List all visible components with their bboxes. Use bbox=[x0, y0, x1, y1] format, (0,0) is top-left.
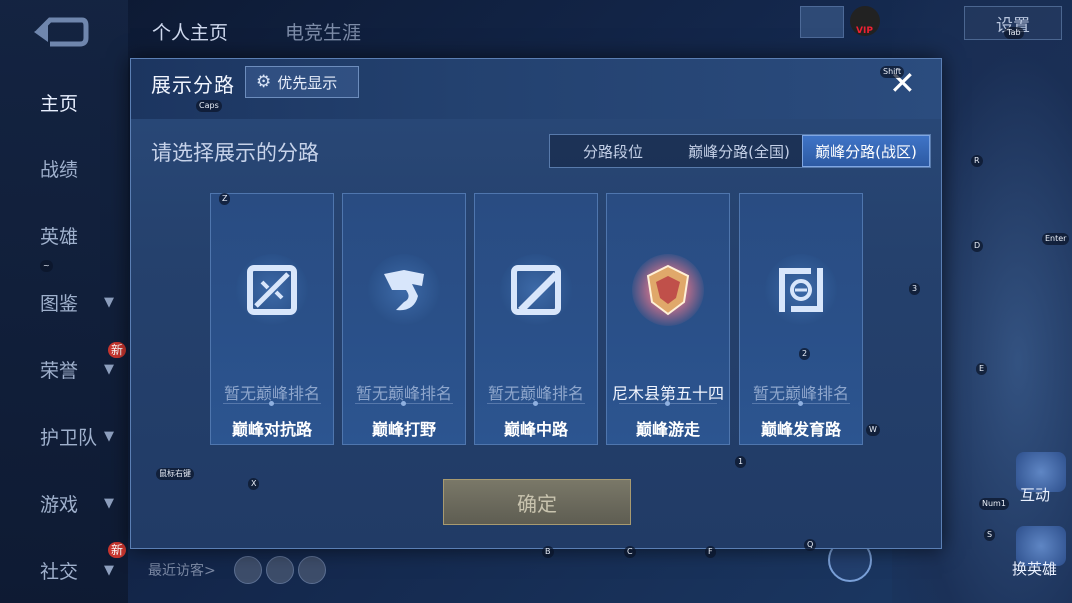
key-hint: Enter bbox=[1042, 233, 1070, 245]
tab-profile[interactable]: 个人主页 bbox=[152, 18, 228, 45]
key-hint: W bbox=[866, 424, 880, 436]
sidebar-item-label: 护卫队 bbox=[40, 426, 98, 449]
new-badge: 新 bbox=[108, 342, 127, 358]
sidebar-item-label: 游戏 bbox=[40, 493, 79, 516]
tab-label: 分路段位 bbox=[582, 142, 643, 161]
route-card-clash[interactable]: 暂无巅峰排名 巅峰对抗路 bbox=[210, 193, 334, 445]
key-hint: Shift bbox=[880, 66, 905, 78]
visitor-avatar[interactable] bbox=[298, 556, 326, 584]
route-name: 巅峰发育路 bbox=[760, 420, 841, 439]
key-hint: 3 bbox=[909, 283, 921, 295]
confirm-label: 确定 bbox=[517, 491, 557, 516]
route-emblem bbox=[765, 254, 837, 326]
card-divider-dot bbox=[401, 401, 406, 406]
chevron-down-icon: ▼ bbox=[104, 428, 114, 444]
route-card-jungle[interactable]: 暂无巅峰排名 巅峰打野 bbox=[342, 193, 466, 445]
route-name: 巅峰中路 bbox=[503, 420, 568, 439]
sidebar-item-catalog[interactable]: 图鉴 ▼ bbox=[0, 280, 128, 324]
gold-shield-icon bbox=[646, 264, 690, 316]
recent-visitors-label[interactable]: 最近访客> bbox=[148, 560, 216, 580]
sidebar-item-label: 英雄 bbox=[40, 225, 79, 248]
route-name: 巅峰对抗路 bbox=[231, 420, 312, 439]
route-name: 巅峰游走 bbox=[635, 420, 700, 439]
sidebar-item-label: 社交 bbox=[40, 560, 79, 583]
gear-icon: ⚙ bbox=[256, 72, 272, 92]
sidebar-item-records[interactable]: 战绩 bbox=[0, 146, 128, 190]
visitor-avatar[interactable] bbox=[266, 556, 294, 584]
slash-icon bbox=[511, 265, 561, 315]
sidebar-item-label: 图鉴 bbox=[40, 292, 79, 315]
sidebar-item-heroes[interactable]: 英雄 bbox=[0, 213, 128, 257]
priority-display-button[interactable]: ⚙ 优先显示 bbox=[245, 66, 359, 98]
dragon-icon bbox=[384, 270, 424, 311]
chevron-down-icon: ▼ bbox=[104, 294, 114, 310]
chevron-down-icon: ▼ bbox=[104, 495, 114, 511]
priority-display-label: 优先显示 bbox=[277, 73, 338, 92]
chevron-down-icon: ▼ bbox=[104, 361, 114, 377]
tab-label: 巅峰分路(战区) bbox=[815, 142, 917, 161]
route-card-roam[interactable]: 尼木县第五十四 巅峰游走 bbox=[606, 193, 730, 445]
key-hint: 1 bbox=[735, 456, 747, 468]
key-hint: R bbox=[971, 155, 983, 167]
sidebar-item-game[interactable]: 游戏 ▼ bbox=[0, 481, 128, 525]
key-hint: Q bbox=[804, 539, 817, 551]
bow-icon bbox=[779, 268, 823, 312]
change-hero-label: 换英雄 bbox=[1012, 560, 1058, 578]
route-card-mid[interactable]: 暂无巅峰排名 巅峰中路 bbox=[474, 193, 598, 445]
tab-route-tier[interactable]: 分路段位 bbox=[550, 135, 676, 167]
key-hint: 2 bbox=[799, 348, 811, 360]
tab-esports[interactable]: 电竞生涯 bbox=[285, 18, 361, 45]
ranking-scope-tabs: 分路段位 巅峰分路(全国) 巅峰分路(战区) bbox=[549, 134, 931, 168]
tab-peak-national[interactable]: 巅峰分路(全国) bbox=[676, 135, 802, 167]
sidebar-item-label: 荣誉 bbox=[40, 359, 79, 382]
back-arrow-icon[interactable] bbox=[30, 14, 90, 50]
route-cards: 暂无巅峰排名 巅峰对抗路 暂无巅峰排名 巅峰打野 暂无巅峰排名 巅峰中路 尼木县… bbox=[210, 193, 865, 445]
key-hint: B bbox=[542, 546, 554, 558]
chat-icon[interactable] bbox=[800, 6, 844, 38]
route-display-dialog: 展示分路 ⚙ 优先显示 ✕ 请选择展示的分路 分路段位 巅峰分路(全国) 巅峰分… bbox=[130, 58, 942, 549]
route-name: 巅峰打野 bbox=[371, 420, 436, 439]
route-emblem bbox=[368, 254, 440, 326]
new-badge: 新 bbox=[108, 542, 127, 558]
key-hint: Num1 bbox=[979, 498, 1009, 510]
tab-label: 巅峰分路(全国) bbox=[688, 142, 790, 161]
vip-badge: VIP bbox=[856, 26, 873, 36]
select-route-prompt: 请选择展示的分路 bbox=[151, 141, 319, 165]
chevron-down-icon: ▼ bbox=[104, 562, 114, 578]
sidebar-item-label: 主页 bbox=[40, 92, 79, 115]
key-hint: 鼠标右键 bbox=[156, 468, 194, 480]
sidebar-item-home[interactable]: 主页 bbox=[0, 80, 128, 124]
sidebar: 主页 战绩 英雄 图鉴 ▼ 荣誉 ▼ 新 护卫队 ▼ 游戏 ▼ 社交 ▼ 新 bbox=[0, 0, 128, 603]
card-divider-dot bbox=[665, 401, 670, 406]
card-divider-dot bbox=[798, 401, 803, 406]
key-hint: S bbox=[984, 529, 996, 541]
card-divider-dot bbox=[269, 401, 274, 406]
confirm-button[interactable]: 确定 bbox=[443, 479, 631, 525]
route-card-adc[interactable]: 暂无巅峰排名 巅峰发育路 bbox=[739, 193, 863, 445]
tab-peak-region[interactable]: 巅峰分路(战区) bbox=[802, 135, 930, 167]
key-hint: F bbox=[705, 546, 716, 558]
sidebar-item-label: 战绩 bbox=[40, 158, 79, 181]
card-divider-dot bbox=[533, 401, 538, 406]
route-emblem bbox=[632, 254, 704, 326]
visitor-avatar[interactable] bbox=[234, 556, 262, 584]
key-hint: ~ bbox=[40, 260, 53, 272]
dialog-title: 展示分路 bbox=[151, 73, 235, 97]
key-hint: Caps bbox=[196, 100, 222, 112]
sidebar-item-guard[interactable]: 护卫队 ▼ bbox=[0, 414, 128, 458]
sword-icon bbox=[247, 265, 297, 315]
key-hint: E bbox=[976, 363, 988, 375]
route-emblem bbox=[500, 254, 572, 326]
key-hint: Tab bbox=[1004, 27, 1024, 39]
interact-label: 互动 bbox=[1020, 486, 1051, 504]
route-emblem bbox=[236, 254, 308, 326]
key-hint: C bbox=[624, 546, 636, 558]
